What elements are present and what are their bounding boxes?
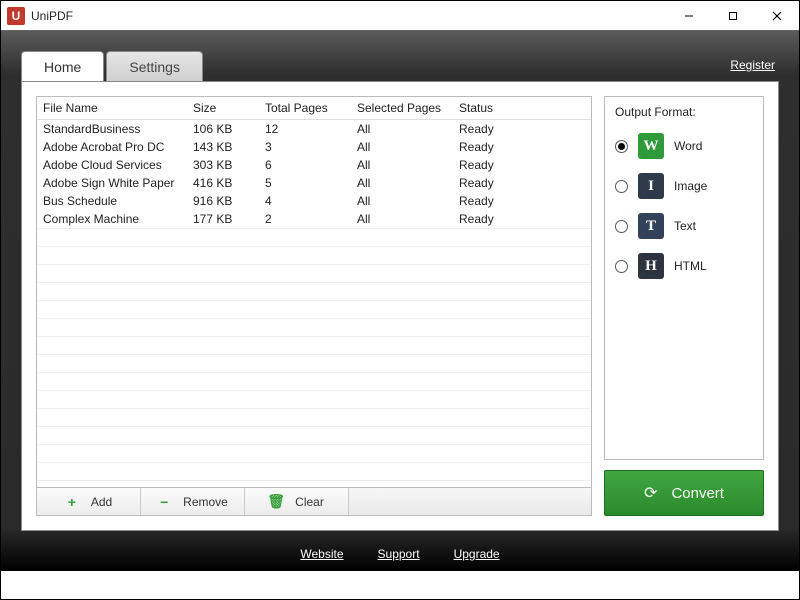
tabs-row: Home Settings Register bbox=[21, 49, 779, 81]
support-link[interactable]: Support bbox=[378, 547, 420, 561]
clear-label: Clear bbox=[295, 495, 324, 509]
window-title: UniPDF bbox=[31, 9, 73, 23]
table-row[interactable]: Adobe Acrobat Pro DC143 KB3AllReady bbox=[37, 138, 591, 156]
maximize-button[interactable] bbox=[711, 1, 755, 31]
col-pages[interactable]: Total Pages bbox=[259, 97, 351, 120]
radio-image[interactable] bbox=[615, 180, 628, 193]
minimize-button[interactable] bbox=[667, 1, 711, 31]
image-label: Image bbox=[674, 179, 707, 193]
close-button[interactable] bbox=[755, 1, 799, 31]
cell-status: Ready bbox=[453, 210, 591, 228]
cell-size: 303 KB bbox=[187, 156, 259, 174]
cell-status: Ready bbox=[453, 120, 591, 139]
col-size[interactable]: Size bbox=[187, 97, 259, 120]
tab-home[interactable]: Home bbox=[21, 51, 104, 81]
cell-file: Adobe Sign White Paper bbox=[37, 174, 187, 192]
image-icon: I bbox=[638, 173, 664, 199]
tab-settings[interactable]: Settings bbox=[106, 51, 203, 81]
minus-icon: − bbox=[157, 494, 171, 510]
cell-size: 177 KB bbox=[187, 210, 259, 228]
cell-file: Adobe Cloud Services bbox=[37, 156, 187, 174]
table-row[interactable]: Complex Machine177 KB2AllReady bbox=[37, 210, 591, 228]
title-bar: U UniPDF bbox=[1, 1, 799, 31]
format-option-image[interactable]: I Image bbox=[615, 173, 753, 199]
cell-selected: All bbox=[351, 210, 453, 228]
radio-html[interactable] bbox=[615, 260, 628, 273]
cell-file: Adobe Acrobat Pro DC bbox=[37, 138, 187, 156]
col-status[interactable]: Status bbox=[453, 97, 591, 120]
table-row[interactable]: Bus Schedule916 KB4AllReady bbox=[37, 192, 591, 210]
file-table[interactable]: File Name Size Total Pages Selected Page… bbox=[37, 97, 591, 228]
cell-file: StandardBusiness bbox=[37, 120, 187, 139]
website-link[interactable]: Website bbox=[300, 547, 343, 561]
table-row[interactable]: StandardBusiness106 KB12AllReady bbox=[37, 120, 591, 139]
cell-selected: All bbox=[351, 174, 453, 192]
add-label: Add bbox=[91, 495, 112, 509]
app-icon: U bbox=[7, 7, 25, 25]
upgrade-link[interactable]: Upgrade bbox=[454, 547, 500, 561]
cell-file: Bus Schedule bbox=[37, 192, 187, 210]
cell-file: Complex Machine bbox=[37, 210, 187, 228]
sidebar: Output Format: W Word I Image T Text bbox=[604, 96, 764, 516]
radio-text[interactable] bbox=[615, 220, 628, 233]
cell-selected: All bbox=[351, 138, 453, 156]
file-list: File Name Size Total Pages Selected Page… bbox=[36, 96, 592, 516]
output-format-box: Output Format: W Word I Image T Text bbox=[604, 96, 764, 460]
cell-pages: 4 bbox=[259, 192, 351, 210]
table-row[interactable]: Adobe Cloud Services303 KB6AllReady bbox=[37, 156, 591, 174]
trash-icon: 🗑 bbox=[269, 493, 283, 510]
cell-status: Ready bbox=[453, 192, 591, 210]
cell-pages: 6 bbox=[259, 156, 351, 174]
clear-button[interactable]: 🗑 Clear bbox=[245, 488, 349, 515]
word-label: Word bbox=[674, 139, 702, 153]
cell-pages: 3 bbox=[259, 138, 351, 156]
cell-status: Ready bbox=[453, 138, 591, 156]
remove-label: Remove bbox=[183, 495, 228, 509]
convert-label: Convert bbox=[671, 485, 724, 502]
cell-pages: 12 bbox=[259, 120, 351, 139]
col-selected[interactable]: Selected Pages bbox=[351, 97, 453, 120]
cell-pages: 2 bbox=[259, 210, 351, 228]
content-panel: File Name Size Total Pages Selected Page… bbox=[21, 81, 779, 531]
cell-size: 916 KB bbox=[187, 192, 259, 210]
cell-size: 416 KB bbox=[187, 174, 259, 192]
footer-links: Website Support Upgrade bbox=[1, 547, 799, 561]
cell-selected: All bbox=[351, 192, 453, 210]
radio-word[interactable] bbox=[615, 140, 628, 153]
cell-selected: All bbox=[351, 156, 453, 174]
text-icon: T bbox=[638, 213, 664, 239]
empty-grid bbox=[37, 228, 591, 487]
add-button[interactable]: + Add bbox=[37, 488, 141, 515]
cell-pages: 5 bbox=[259, 174, 351, 192]
output-format-title: Output Format: bbox=[615, 105, 753, 119]
plus-icon: + bbox=[65, 494, 79, 510]
word-icon: W bbox=[638, 133, 664, 159]
cell-size: 143 KB bbox=[187, 138, 259, 156]
cell-selected: All bbox=[351, 120, 453, 139]
col-file[interactable]: File Name bbox=[37, 97, 187, 120]
text-label: Text bbox=[674, 219, 696, 233]
table-row[interactable]: Adobe Sign White Paper416 KB5AllReady bbox=[37, 174, 591, 192]
refresh-icon: ⟳ bbox=[644, 483, 657, 503]
format-option-html[interactable]: H HTML bbox=[615, 253, 753, 279]
cell-status: Ready bbox=[453, 174, 591, 192]
cell-status: Ready bbox=[453, 156, 591, 174]
remove-button[interactable]: − Remove bbox=[141, 488, 245, 515]
main-area: Home Settings Register File Name Size To… bbox=[1, 31, 799, 571]
cell-size: 106 KB bbox=[187, 120, 259, 139]
html-icon: H bbox=[638, 253, 664, 279]
format-option-text[interactable]: T Text bbox=[615, 213, 753, 239]
format-option-word[interactable]: W Word bbox=[615, 133, 753, 159]
list-toolbar: + Add − Remove 🗑 Clear bbox=[37, 487, 591, 515]
html-label: HTML bbox=[674, 259, 707, 273]
register-link[interactable]: Register bbox=[730, 58, 775, 72]
convert-button[interactable]: ⟳ Convert bbox=[604, 470, 764, 516]
window-controls bbox=[667, 1, 799, 31]
